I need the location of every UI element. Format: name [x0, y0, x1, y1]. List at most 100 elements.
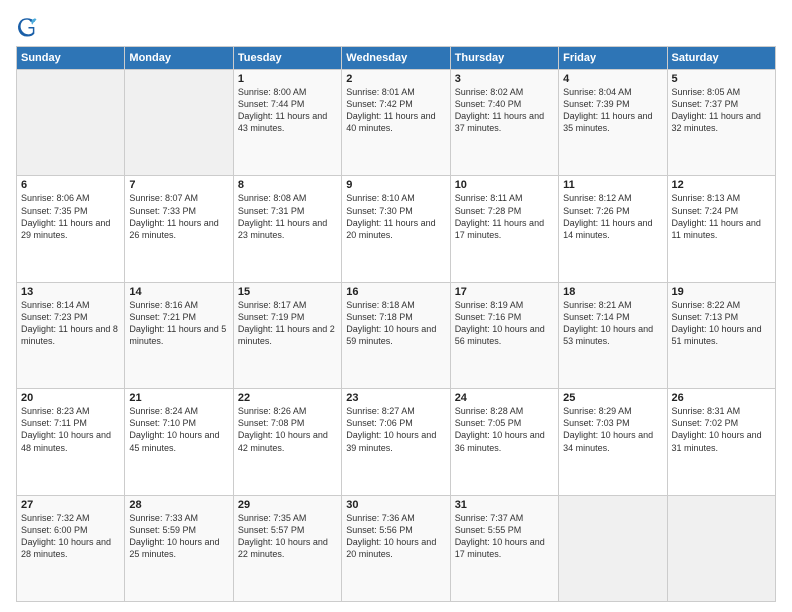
day-number: 25 [563, 392, 662, 404]
day-cell: 27Sunrise: 7:32 AMSunset: 6:00 PMDayligh… [17, 495, 125, 601]
day-number: 18 [563, 286, 662, 298]
day-cell: 2Sunrise: 8:01 AMSunset: 7:42 PMDaylight… [342, 70, 450, 176]
day-number: 24 [455, 392, 554, 404]
day-cell: 4Sunrise: 8:04 AMSunset: 7:39 PMDaylight… [559, 70, 667, 176]
day-info: Sunrise: 8:13 AMSunset: 7:24 PMDaylight:… [672, 192, 771, 241]
day-number: 31 [455, 499, 554, 511]
weekday-header-wednesday: Wednesday [342, 47, 450, 70]
weekday-header-row: SundayMondayTuesdayWednesdayThursdayFrid… [17, 47, 776, 70]
day-cell: 19Sunrise: 8:22 AMSunset: 7:13 PMDayligh… [667, 282, 775, 388]
weekday-header-thursday: Thursday [450, 47, 558, 70]
day-number: 19 [672, 286, 771, 298]
day-cell: 13Sunrise: 8:14 AMSunset: 7:23 PMDayligh… [17, 282, 125, 388]
day-cell: 5Sunrise: 8:05 AMSunset: 7:37 PMDaylight… [667, 70, 775, 176]
week-row-5: 27Sunrise: 7:32 AMSunset: 6:00 PMDayligh… [17, 495, 776, 601]
day-info: Sunrise: 8:21 AMSunset: 7:14 PMDaylight:… [563, 299, 662, 348]
day-info: Sunrise: 7:37 AMSunset: 5:55 PMDaylight:… [455, 512, 554, 561]
day-info: Sunrise: 8:04 AMSunset: 7:39 PMDaylight:… [563, 86, 662, 135]
day-info: Sunrise: 8:19 AMSunset: 7:16 PMDaylight:… [455, 299, 554, 348]
day-number: 5 [672, 73, 771, 85]
day-info: Sunrise: 7:36 AMSunset: 5:56 PMDaylight:… [346, 512, 445, 561]
day-number: 26 [672, 392, 771, 404]
day-cell: 18Sunrise: 8:21 AMSunset: 7:14 PMDayligh… [559, 282, 667, 388]
day-info: Sunrise: 8:26 AMSunset: 7:08 PMDaylight:… [238, 405, 337, 454]
day-cell: 9Sunrise: 8:10 AMSunset: 7:30 PMDaylight… [342, 176, 450, 282]
week-row-3: 13Sunrise: 8:14 AMSunset: 7:23 PMDayligh… [17, 282, 776, 388]
day-info: Sunrise: 8:24 AMSunset: 7:10 PMDaylight:… [129, 405, 228, 454]
day-cell: 30Sunrise: 7:36 AMSunset: 5:56 PMDayligh… [342, 495, 450, 601]
day-cell: 21Sunrise: 8:24 AMSunset: 7:10 PMDayligh… [125, 389, 233, 495]
day-number: 21 [129, 392, 228, 404]
day-number: 22 [238, 392, 337, 404]
day-cell [667, 495, 775, 601]
day-info: Sunrise: 8:22 AMSunset: 7:13 PMDaylight:… [672, 299, 771, 348]
day-cell: 15Sunrise: 8:17 AMSunset: 7:19 PMDayligh… [233, 282, 341, 388]
day-number: 23 [346, 392, 445, 404]
day-number: 15 [238, 286, 337, 298]
day-info: Sunrise: 8:01 AMSunset: 7:42 PMDaylight:… [346, 86, 445, 135]
week-row-2: 6Sunrise: 8:06 AMSunset: 7:35 PMDaylight… [17, 176, 776, 282]
day-cell: 25Sunrise: 8:29 AMSunset: 7:03 PMDayligh… [559, 389, 667, 495]
day-number: 2 [346, 73, 445, 85]
day-cell [559, 495, 667, 601]
day-cell: 22Sunrise: 8:26 AMSunset: 7:08 PMDayligh… [233, 389, 341, 495]
day-info: Sunrise: 7:32 AMSunset: 6:00 PMDaylight:… [21, 512, 120, 561]
day-info: Sunrise: 8:05 AMSunset: 7:37 PMDaylight:… [672, 86, 771, 135]
day-number: 7 [129, 179, 228, 191]
day-number: 16 [346, 286, 445, 298]
day-info: Sunrise: 8:12 AMSunset: 7:26 PMDaylight:… [563, 192, 662, 241]
page: SundayMondayTuesdayWednesdayThursdayFrid… [0, 0, 792, 612]
day-number: 6 [21, 179, 120, 191]
day-number: 20 [21, 392, 120, 404]
day-cell: 6Sunrise: 8:06 AMSunset: 7:35 PMDaylight… [17, 176, 125, 282]
day-number: 30 [346, 499, 445, 511]
logo-icon [16, 16, 38, 38]
day-info: Sunrise: 8:06 AMSunset: 7:35 PMDaylight:… [21, 192, 120, 241]
day-info: Sunrise: 8:23 AMSunset: 7:11 PMDaylight:… [21, 405, 120, 454]
weekday-header-sunday: Sunday [17, 47, 125, 70]
day-number: 8 [238, 179, 337, 191]
day-info: Sunrise: 8:11 AMSunset: 7:28 PMDaylight:… [455, 192, 554, 241]
day-number: 14 [129, 286, 228, 298]
day-cell: 24Sunrise: 8:28 AMSunset: 7:05 PMDayligh… [450, 389, 558, 495]
day-cell: 14Sunrise: 8:16 AMSunset: 7:21 PMDayligh… [125, 282, 233, 388]
day-info: Sunrise: 7:33 AMSunset: 5:59 PMDaylight:… [129, 512, 228, 561]
day-cell: 31Sunrise: 7:37 AMSunset: 5:55 PMDayligh… [450, 495, 558, 601]
day-number: 27 [21, 499, 120, 511]
logo [16, 16, 42, 38]
weekday-header-tuesday: Tuesday [233, 47, 341, 70]
day-info: Sunrise: 8:18 AMSunset: 7:18 PMDaylight:… [346, 299, 445, 348]
day-info: Sunrise: 8:08 AMSunset: 7:31 PMDaylight:… [238, 192, 337, 241]
day-cell: 29Sunrise: 7:35 AMSunset: 5:57 PMDayligh… [233, 495, 341, 601]
day-info: Sunrise: 8:17 AMSunset: 7:19 PMDaylight:… [238, 299, 337, 348]
day-info: Sunrise: 8:10 AMSunset: 7:30 PMDaylight:… [346, 192, 445, 241]
day-cell: 28Sunrise: 7:33 AMSunset: 5:59 PMDayligh… [125, 495, 233, 601]
day-cell: 17Sunrise: 8:19 AMSunset: 7:16 PMDayligh… [450, 282, 558, 388]
day-number: 9 [346, 179, 445, 191]
day-number: 3 [455, 73, 554, 85]
day-number: 29 [238, 499, 337, 511]
day-cell: 20Sunrise: 8:23 AMSunset: 7:11 PMDayligh… [17, 389, 125, 495]
weekday-header-friday: Friday [559, 47, 667, 70]
calendar-table: SundayMondayTuesdayWednesdayThursdayFrid… [16, 46, 776, 602]
day-cell: 26Sunrise: 8:31 AMSunset: 7:02 PMDayligh… [667, 389, 775, 495]
day-info: Sunrise: 8:29 AMSunset: 7:03 PMDaylight:… [563, 405, 662, 454]
day-info: Sunrise: 8:00 AMSunset: 7:44 PMDaylight:… [238, 86, 337, 135]
day-cell: 16Sunrise: 8:18 AMSunset: 7:18 PMDayligh… [342, 282, 450, 388]
day-cell: 7Sunrise: 8:07 AMSunset: 7:33 PMDaylight… [125, 176, 233, 282]
day-info: Sunrise: 8:28 AMSunset: 7:05 PMDaylight:… [455, 405, 554, 454]
day-number: 13 [21, 286, 120, 298]
day-number: 11 [563, 179, 662, 191]
day-info: Sunrise: 8:14 AMSunset: 7:23 PMDaylight:… [21, 299, 120, 348]
day-cell [125, 70, 233, 176]
day-cell: 8Sunrise: 8:08 AMSunset: 7:31 PMDaylight… [233, 176, 341, 282]
day-number: 17 [455, 286, 554, 298]
day-cell: 3Sunrise: 8:02 AMSunset: 7:40 PMDaylight… [450, 70, 558, 176]
day-info: Sunrise: 8:16 AMSunset: 7:21 PMDaylight:… [129, 299, 228, 348]
weekday-header-saturday: Saturday [667, 47, 775, 70]
day-cell: 10Sunrise: 8:11 AMSunset: 7:28 PMDayligh… [450, 176, 558, 282]
day-cell [17, 70, 125, 176]
day-info: Sunrise: 7:35 AMSunset: 5:57 PMDaylight:… [238, 512, 337, 561]
day-info: Sunrise: 8:02 AMSunset: 7:40 PMDaylight:… [455, 86, 554, 135]
day-number: 1 [238, 73, 337, 85]
